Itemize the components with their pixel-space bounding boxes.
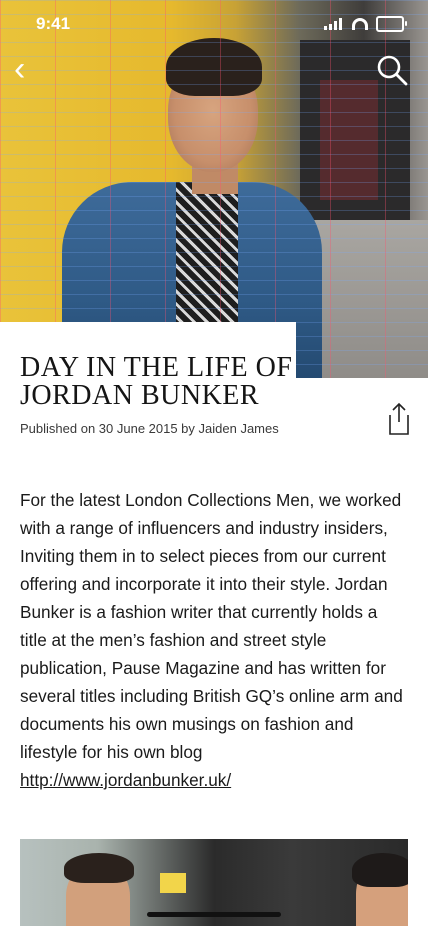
status-icons — [324, 16, 407, 32]
search-icon[interactable] — [376, 54, 408, 86]
person-1-hair — [64, 853, 134, 883]
person-2-hair — [352, 853, 408, 887]
article-byline: Published on 30 June 2015 by Jaiden Jame… — [20, 421, 279, 436]
sign — [160, 873, 186, 893]
home-indicator — [147, 912, 281, 917]
article-body: For the latest London Collections Men, w… — [20, 486, 408, 794]
article-title: DAY IN THE LIFE OF JORDAN BUNKER — [20, 352, 293, 411]
battery-icon — [376, 16, 407, 32]
article-body-text: For the latest London Collections Men, w… — [20, 490, 403, 762]
share-icon[interactable] — [386, 402, 412, 436]
shop-window — [320, 80, 378, 200]
signal-icon — [324, 18, 344, 30]
status-time: 9:41 — [36, 14, 71, 33]
chevron-left-icon[interactable]: ‹ — [14, 52, 25, 86]
blog-link[interactable]: http://www.jordanbunker.uk/ — [20, 770, 231, 790]
wifi-icon — [352, 18, 368, 30]
status-bar: 9:41 — [0, 0, 428, 48]
